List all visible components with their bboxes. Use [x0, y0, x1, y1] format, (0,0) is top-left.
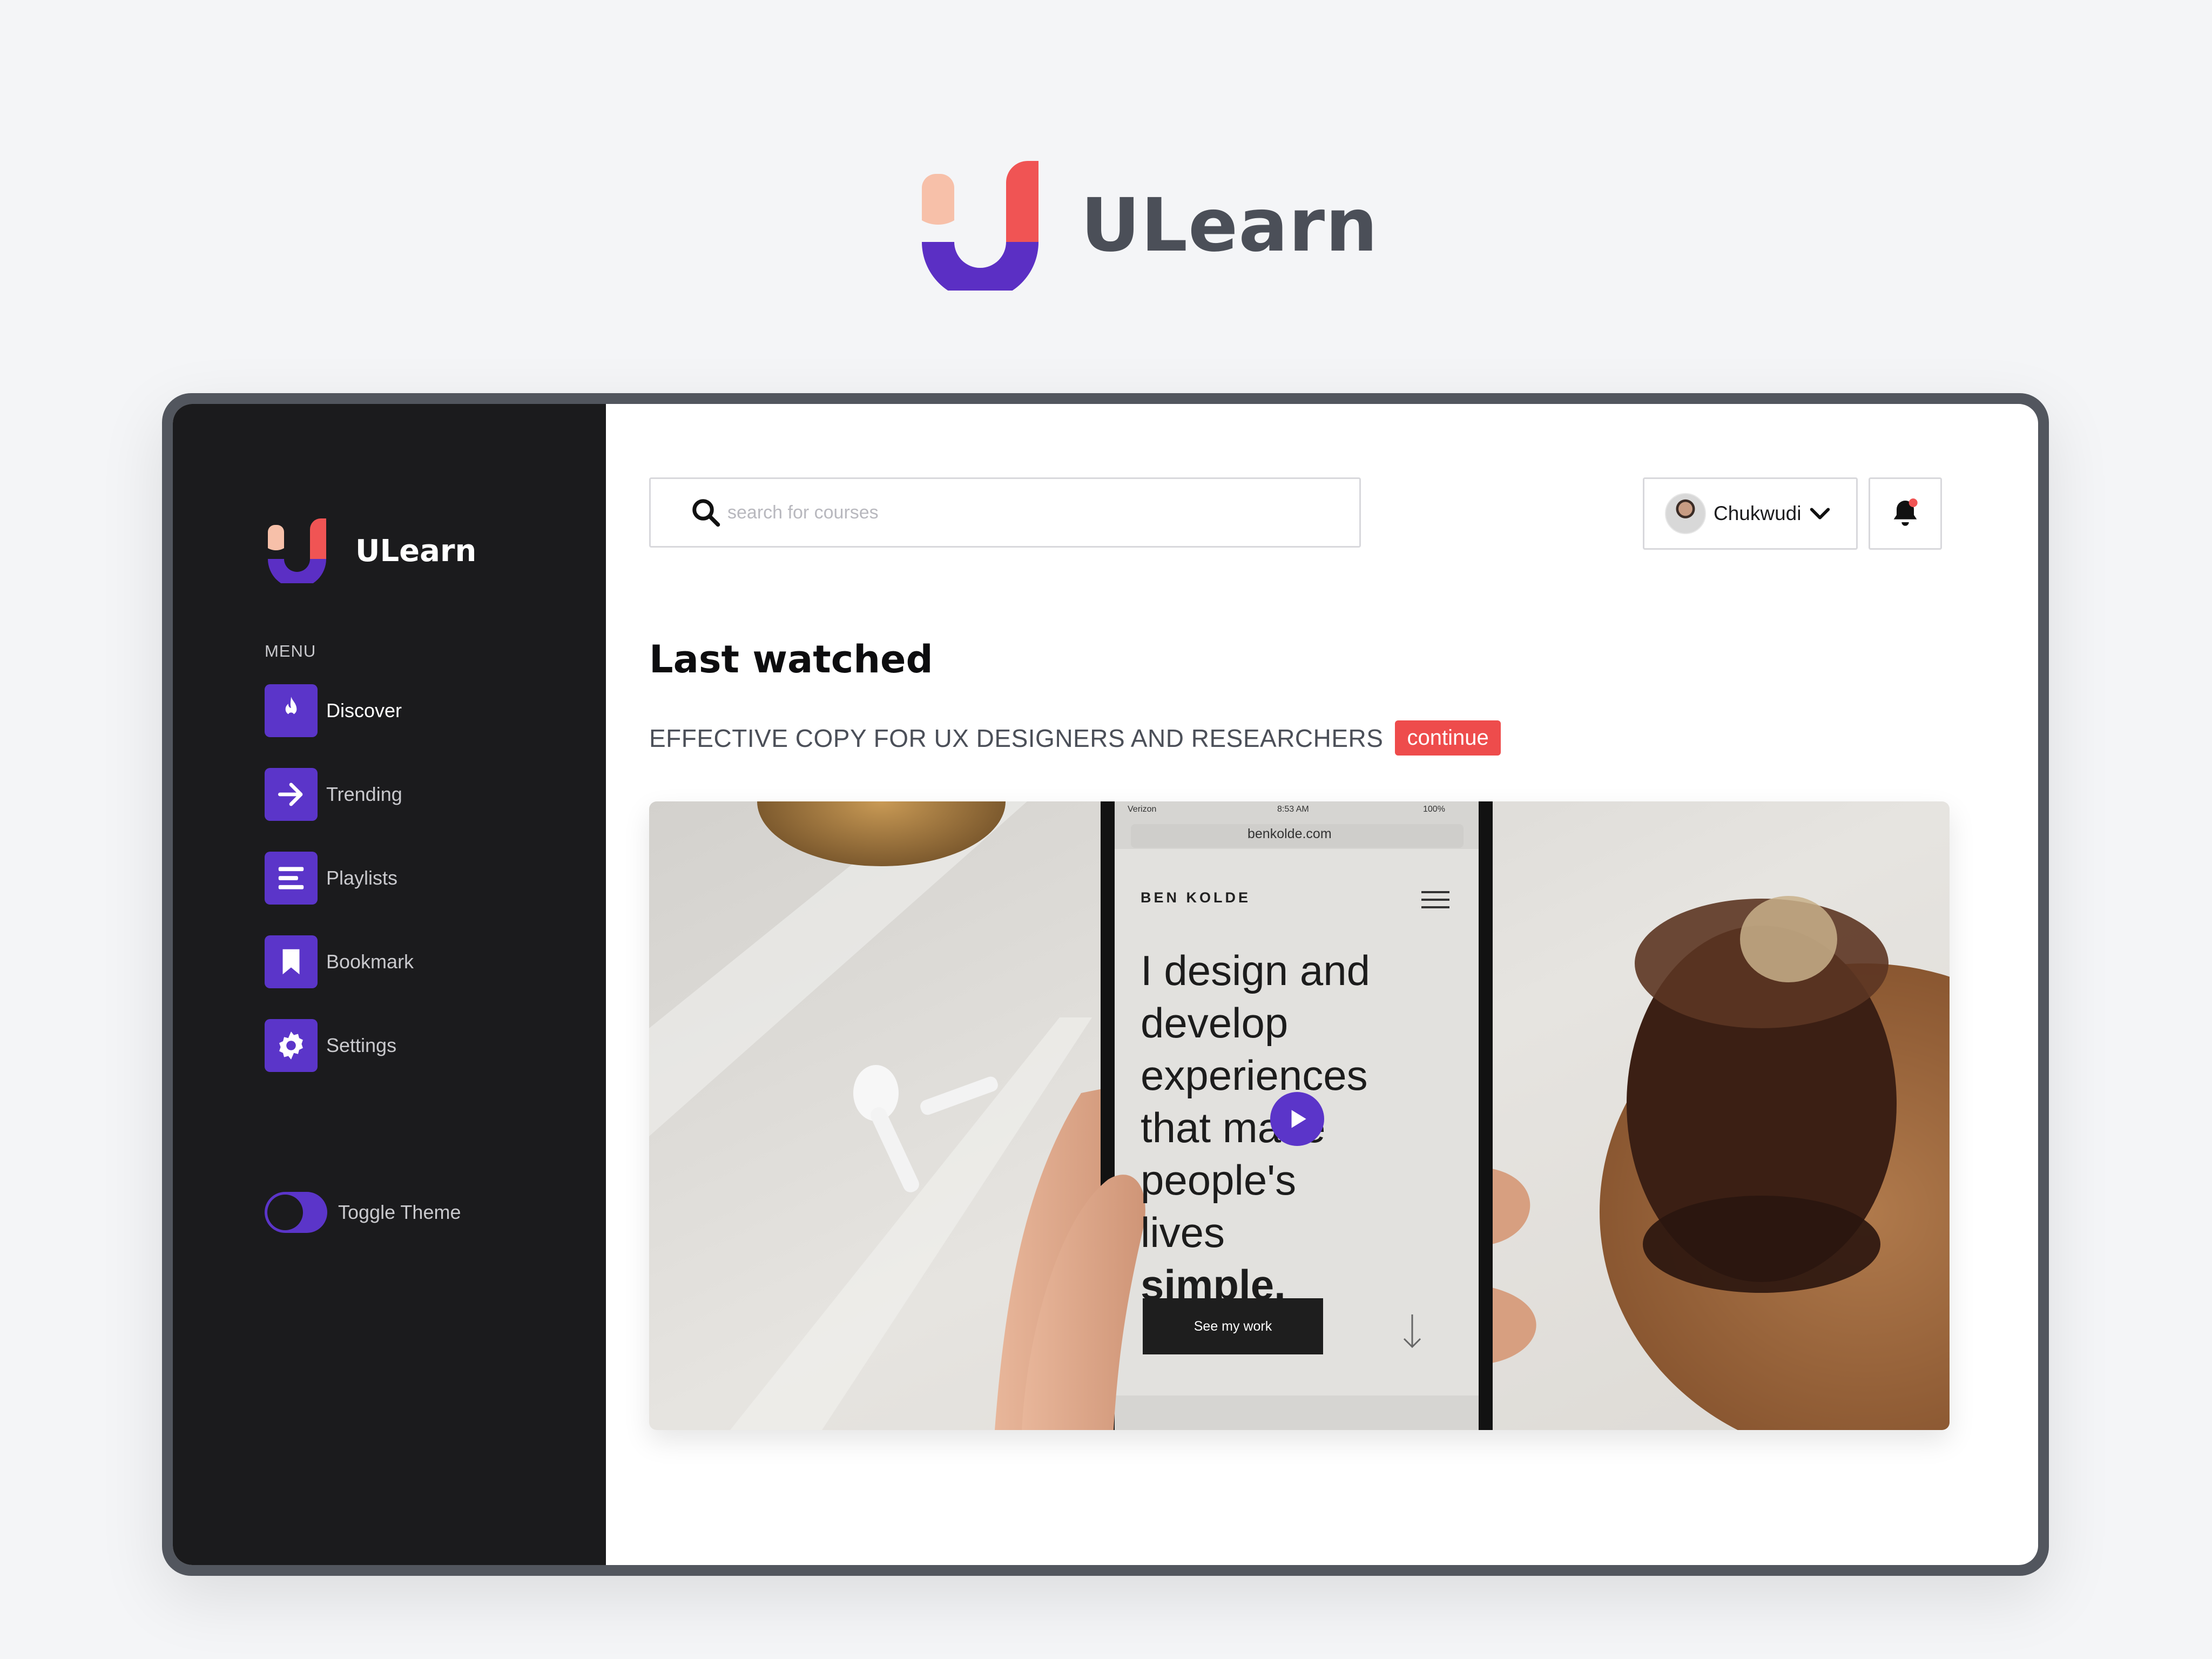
sidebar-item-settings[interactable]: Settings [265, 1019, 414, 1073]
list-icon [265, 852, 318, 905]
bookmark-icon [265, 935, 318, 988]
phone-cta: See my work [1143, 1298, 1323, 1354]
section-title: Last watched [649, 637, 933, 682]
sidebar: ULearn MENU Discover Trending Playlists … [173, 404, 606, 1565]
phone-site-name: BEN KOLDE [1141, 889, 1251, 906]
headline-line: experiences [1141, 1051, 1368, 1099]
phone-time: 8:53 AM [1277, 805, 1309, 814]
app-screen: ULearn MENU Discover Trending Playlists … [173, 404, 2038, 1565]
course-title: EFFECTIVE COPY FOR UX DESIGNERS AND RESE… [649, 724, 1384, 752]
avatar [1665, 493, 1706, 534]
notifications-button[interactable] [1869, 477, 1942, 550]
video-player[interactable]: Verizon 8:53 AM 100% benkolde.com BEN KO… [649, 801, 1950, 1430]
menu-label: MENU [265, 642, 316, 660]
arrow-right-icon [265, 768, 318, 821]
ulearn-logo-icon [922, 161, 1038, 291]
play-button[interactable] [1270, 1092, 1324, 1146]
sidebar-item-discover[interactable]: Discover [265, 684, 414, 738]
play-icon [1291, 1110, 1306, 1128]
sidebar-menu: Discover Trending Playlists Bookmark Set… [265, 684, 414, 1102]
theme-toggle[interactable] [265, 1192, 327, 1233]
app-window: ULearn MENU Discover Trending Playlists … [162, 393, 2049, 1576]
search-bar [649, 477, 1361, 548]
search-input[interactable] [726, 501, 1323, 524]
sidebar-item-label: Settings [326, 1034, 397, 1056]
bell-icon [1893, 498, 1918, 526]
headline-line: develop [1141, 999, 1289, 1047]
sidebar-item-label: Trending [326, 783, 402, 805]
phone-carrier: Verizon [1128, 805, 1157, 814]
chevron-down-icon [1810, 508, 1830, 520]
gear-icon [265, 1019, 318, 1072]
flame-icon [265, 684, 318, 737]
headline-line: people's lives [1141, 1156, 1297, 1256]
phone-battery: 100% [1423, 805, 1445, 814]
headline-line: that make [1141, 1104, 1326, 1151]
ulearn-logo-icon [268, 518, 326, 583]
sidebar-item-label: Playlists [326, 867, 398, 889]
sidebar-item-playlists[interactable]: Playlists [265, 851, 414, 905]
sidebar-brand-name: ULearn [355, 533, 477, 569]
headline-line: I design and [1141, 947, 1371, 994]
course-row: EFFECTIVE COPY FOR UX DESIGNERS AND RESE… [649, 720, 1501, 756]
user-name: Chukwudi [1714, 502, 1802, 524]
sidebar-item-bookmark[interactable]: Bookmark [265, 935, 414, 989]
sidebar-item-label: Discover [326, 699, 402, 721]
phone-headline: I design and develop experiences that ma… [1141, 945, 1389, 1311]
phone-url: benkolde.com [1247, 826, 1332, 841]
search-icon[interactable] [690, 496, 722, 529]
toggle-knob [267, 1195, 303, 1230]
sidebar-item-label: Bookmark [326, 950, 414, 973]
continue-button[interactable]: continue [1395, 720, 1501, 756]
brand-header: ULearn [915, 161, 1378, 291]
user-menu-button[interactable]: Chukwudi [1643, 477, 1858, 550]
theme-toggle-row: Toggle Theme [265, 1192, 461, 1233]
sidebar-brand[interactable]: ULearn [265, 518, 476, 583]
brand-name: ULearn [1081, 183, 1378, 268]
theme-toggle-label: Toggle Theme [338, 1201, 461, 1223]
sidebar-item-trending[interactable]: Trending [265, 767, 414, 821]
